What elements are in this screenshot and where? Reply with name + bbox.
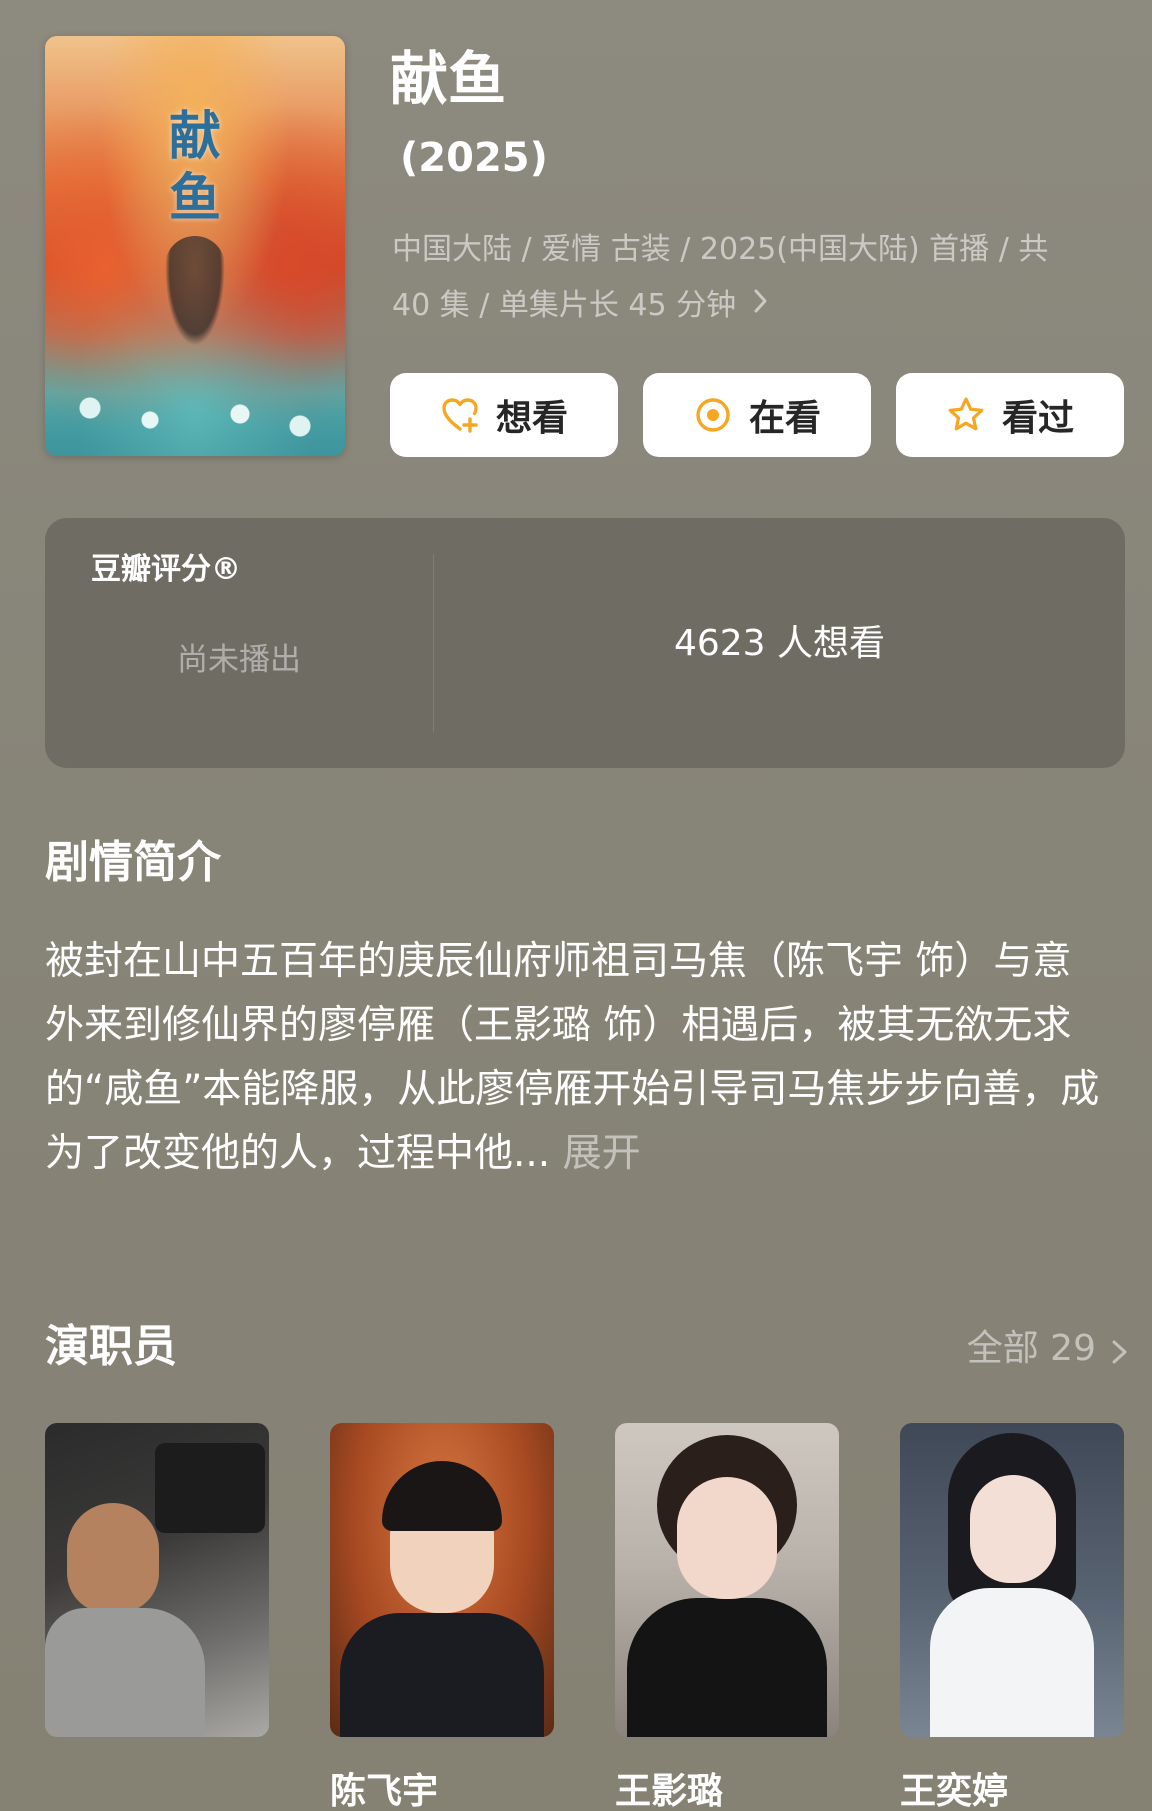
want-count: 4623 人想看	[673, 623, 886, 664]
watched-button[interactable]: 看过	[896, 373, 1124, 457]
cast-card[interactable]	[45, 1423, 269, 1737]
person-body	[340, 1613, 544, 1737]
watching-button[interactable]: 在看	[643, 373, 871, 457]
person-head	[67, 1503, 159, 1613]
cast-photo	[330, 1423, 554, 1737]
person-head	[677, 1477, 777, 1599]
watching-label: 在看	[748, 398, 821, 439]
cast-all-link[interactable]: 全部 29	[967, 1325, 1132, 1373]
heart-plus-icon	[440, 395, 480, 435]
person-hair	[382, 1461, 502, 1531]
radio-dot-icon	[693, 395, 733, 435]
meta-line-2-text: 40 集 / 单集片长 45 分钟	[392, 288, 737, 323]
rating-label: 豆瓣评分®	[91, 552, 241, 587]
cast-name: 王影璐	[615, 1771, 724, 1811]
poster-calligraphy: 献鱼	[168, 106, 221, 229]
person-body	[627, 1598, 827, 1737]
page-title: 献鱼	[390, 45, 507, 113]
meta-info[interactable]: 中国大陆 / 爱情 古装 / 2025(中国大陆) 首播 / 共 40 集 / …	[392, 222, 1102, 334]
action-buttons: 想看 在看 看过	[390, 373, 1125, 457]
cast-name: 陈飞宇	[330, 1771, 439, 1811]
meta-line-2: 40 集 / 单集片长 45 分钟	[392, 278, 1102, 334]
want-to-watch-label: 想看	[495, 398, 568, 439]
cast-all-label: 全部 29	[966, 1328, 1096, 1369]
cast-card[interactable]: 陈飞宇	[330, 1423, 554, 1811]
watched-label: 看过	[1001, 398, 1074, 439]
star-icon	[946, 395, 986, 435]
rating-card[interactable]: 豆瓣评分® 尚未播出 4623 人想看	[45, 518, 1125, 768]
movie-detail-page: 献鱼 献鱼 (2025) 中国大陆 / 爱情 古装 / 2025(中国大陆) 首…	[0, 0, 1152, 1811]
poster-image[interactable]: 献鱼	[45, 36, 345, 456]
chevron-right-icon	[1108, 1333, 1132, 1365]
person-head	[970, 1475, 1056, 1583]
synopsis-text-block[interactable]: 被封在山中五百年的庚辰仙府师祖司马焦（陈飞宇 饰）与意外来到修仙界的廖停雁（王影…	[45, 930, 1105, 1186]
meta-line-1: 中国大陆 / 爱情 古装 / 2025(中国大陆) 首播 / 共	[392, 232, 1049, 267]
cast-photo	[615, 1423, 839, 1737]
poster-figure	[165, 236, 225, 346]
synopsis-heading: 剧情简介	[45, 837, 221, 888]
cast-card[interactable]: 王影璐	[615, 1423, 839, 1811]
camera-shape	[155, 1443, 265, 1533]
poster-flowers	[45, 336, 345, 456]
expand-link[interactable]: 展开	[550, 1131, 641, 1176]
want-to-watch-button[interactable]: 想看	[390, 373, 618, 457]
cast-card[interactable]: 王奕婷	[900, 1423, 1124, 1811]
chevron-right-icon	[752, 278, 770, 334]
cast-heading: 演职员	[45, 1321, 177, 1372]
cast-photo	[900, 1423, 1124, 1737]
person-body	[930, 1588, 1094, 1737]
cast-photo	[45, 1423, 269, 1737]
release-year: (2025)	[400, 135, 548, 181]
person-body	[45, 1608, 205, 1737]
cast-name: 王奕婷	[900, 1771, 1009, 1811]
rating-value: 尚未播出	[177, 642, 301, 678]
